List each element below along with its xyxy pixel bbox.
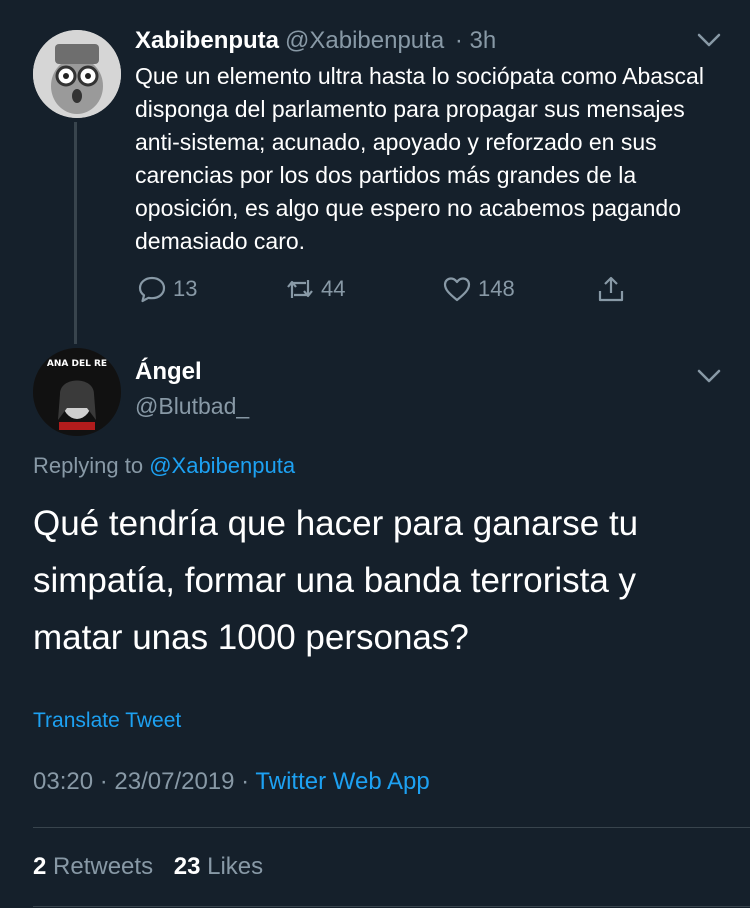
chevron-down-icon[interactable] [694, 28, 724, 52]
like-count: 148 [478, 276, 515, 301]
retweets-label: Retweets [53, 853, 154, 880]
parent-tweet-header: Xabibenputa @Xabibenputa · 3h [135, 26, 496, 56]
chevron-down-icon[interactable] [694, 364, 724, 388]
reply-button[interactable]: 13 [137, 274, 197, 304]
retweets-count: 2 [33, 853, 47, 880]
likes-label: Likes [207, 853, 264, 880]
retweet-count: 44 [321, 276, 346, 301]
engagement-stats: 2 Retweets 23 Likes [33, 853, 263, 881]
replying-to-prefix: Replying to [33, 453, 144, 478]
avatar-xabibenputa[interactable] [33, 30, 121, 118]
tweet-source-link[interactable]: Twitter Web App [255, 768, 429, 795]
likes-count: 23 [173, 853, 201, 880]
tweet-meta: 03:20 · 23/07/2019 · Twitter Web App [33, 768, 430, 796]
replying-to-link[interactable]: @Xabibenputa [149, 453, 295, 478]
heart-icon [443, 277, 471, 302]
retweets-stat[interactable]: 2 Retweets [33, 853, 153, 880]
divider [33, 906, 750, 907]
parent-author-handle[interactable]: @Xabibenputa [285, 27, 444, 54]
like-button[interactable]: 148 [442, 274, 515, 304]
reply-icon [138, 276, 166, 303]
tweet-timestamp[interactable]: 03:20 · 23/07/2019 · [33, 768, 249, 795]
avatar-angel-lettering: ANA DEL RE [47, 359, 107, 369]
likes-stat[interactable]: 23 Likes [174, 853, 263, 880]
thread-connector-line [74, 122, 77, 344]
retweet-button[interactable]: 44 [285, 274, 345, 304]
avatar-angel[interactable]: ANA DEL RE [33, 348, 121, 436]
focal-author-name[interactable]: Ángel [135, 358, 202, 386]
share-icon [598, 276, 624, 302]
parent-tweet-time: · 3h [454, 27, 497, 54]
replying-to: Replying to @Xabibenputa [33, 453, 295, 479]
focal-author-handle[interactable]: @Blutbad_ [135, 393, 249, 420]
divider [33, 827, 750, 828]
parent-tweet-text: Que un elemento ultra hasta lo sociópata… [135, 63, 704, 254]
retweet-icon [287, 280, 313, 298]
translate-tweet-link[interactable]: Translate Tweet [33, 709, 181, 733]
focal-tweet-text: Qué tendría que hacer para ganarse tu si… [33, 504, 639, 657]
share-button[interactable] [596, 274, 626, 304]
reply-count: 13 [173, 276, 198, 301]
parent-author-name[interactable]: Xabibenputa [135, 27, 279, 54]
